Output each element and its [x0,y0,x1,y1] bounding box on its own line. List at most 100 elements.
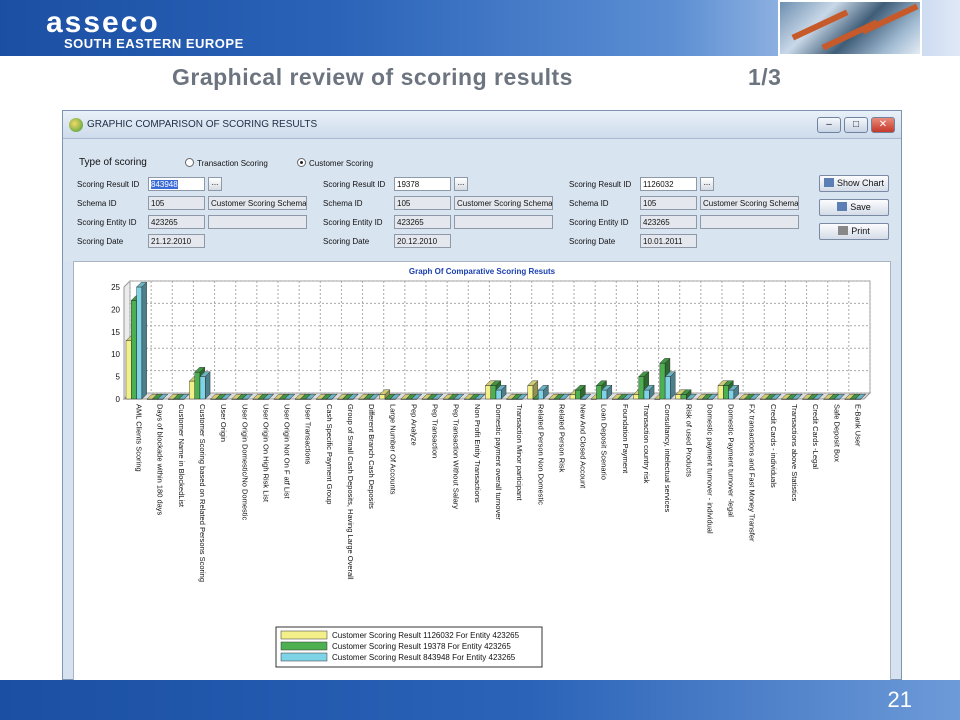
x-tick-label: Pep Transaction Without Salary [452,404,461,509]
legend-swatch [280,652,328,662]
x-tick-label: User Origin On High Risk List [261,404,270,503]
x-tick-label: Different Branch Cash Deposits [367,404,376,509]
radio-indicator-selected [297,158,306,167]
plot-back-wall [129,280,871,394]
x-tick-label: Transaction Minor participant [515,404,524,501]
scoring-type-label: Type of scoring [79,157,147,168]
scoring-result-id-field[interactable]: 19378 [394,177,451,191]
lookup-button[interactable]: ... [700,177,714,191]
radio-label: Transaction Scoring [197,159,268,168]
chart-icon [823,178,834,187]
scoring-date-label: Scoring Date [569,237,616,246]
x-tick-label: Loan Deposit Scenario [600,404,609,480]
scoring-result-id-label: Scoring Result ID [569,180,632,189]
scoring-entity-id-label: Scoring Entity ID [323,218,383,227]
scoring-entity-id-field: 423265 [148,215,205,229]
app-window: GRAPHIC COMPARISON OF SCORING RESULTS – … [62,110,902,681]
radio-indicator [185,158,194,167]
x-tick-label: Foundation Payment [621,404,630,474]
save-button[interactable]: Save [819,199,889,216]
slide: asseco SOUTH EASTERN EUROPE Graphical re… [0,0,960,720]
scoring-result-id-field[interactable]: 843948 [148,177,205,191]
show-chart-button[interactable]: Show Chart [819,175,889,192]
x-tick-label: Days of blockade within 180 days [156,404,165,516]
schema-id-field: 105 [394,196,451,210]
y-tick-label: 25 [111,283,120,292]
scoring-result-id-label: Scoring Result ID [77,180,140,189]
x-tick-label: Domestic payment overall turnover [494,404,503,520]
footer-band [0,680,960,720]
x-tick-label: Consultancy, intelectual services [663,404,672,512]
scoring-date-field: 21.12.2010 [148,234,205,248]
x-tick-label: Domestic Payment turnover -legal [727,404,736,517]
scoring-entity-id-field: 423265 [394,215,451,229]
entity-name-field [454,215,553,229]
schema-id-field: 105 [640,196,697,210]
chart-area: Graph Of Comparative Scoring Resuts 0 5 10 1… [73,261,891,681]
company-logo: asseco [46,6,160,39]
x-tick-label: FX transactions and Fast Money Transfer [748,404,757,542]
slide-title-text: Graphical review of scoring results [172,64,573,90]
filter-panel: Type of scoring Transaction Scoring Cust… [63,139,901,261]
x-tick-label: Cash Specific Payment Group [325,404,334,504]
x-tick-label: E-Bank User [853,404,862,447]
legend-label: Customer Scoring Result 19378 For Entity… [332,642,511,651]
x-tick-label: New And Closed Account [579,404,588,489]
scoring-entity-id-label: Scoring Entity ID [569,218,629,227]
bar [664,371,676,400]
minimize-button[interactable]: – [817,117,841,133]
scoring-date-label: Scoring Date [323,237,370,246]
scoring-result-id-field[interactable]: 1126032 [640,177,697,191]
window-title: GRAPHIC COMPARISON OF SCORING RESULTS [87,119,318,130]
chart-title: Graph Of Comparative Scoring Resuts [409,267,556,276]
comparison-chart: Graph Of Comparative Scoring Resuts 0 5 10 1… [111,267,872,668]
scoring-result-id-label: Scoring Result ID [323,180,386,189]
show-chart-label: Show Chart [836,178,885,188]
schema-id-label: Schema ID [323,199,363,208]
x-tick-label: User Transactions [304,404,313,465]
x-tick-label: Customer Name in BlockedList [177,404,186,508]
close-button[interactable]: ✕ [871,117,895,133]
schema-name-field: Customer Scoring Schema [700,196,799,210]
x-tick-label: User Origin Not On F atf List [283,404,292,500]
lookup-button[interactable]: ... [208,177,222,191]
legend-label: Customer Scoring Result 1126032 For Enti… [332,631,520,640]
schema-name-field: Customer Scoring Schema [454,196,553,210]
slide-title: Graphical review of scoring results 1/3 [172,64,812,91]
scoring-date-label: Scoring Date [77,237,124,246]
print-label: Print [851,226,870,236]
print-icon [838,226,849,235]
x-tick-label: Customer Scoring based on Related Person… [198,404,207,582]
schema-name-field: Customer Scoring Schema [208,196,307,210]
x-tick-label: Transactions above Statistics [790,404,799,502]
legend-swatch [280,641,328,651]
y-tick-label: 0 [116,395,121,404]
window-titlebar[interactable]: GRAPHIC COMPARISON OF SCORING RESULTS – … [63,111,901,139]
bar [199,371,211,400]
company-logo-subtitle: SOUTH EASTERN EUROPE [64,36,244,51]
x-tick-label: Non Profit Entity Transactions [473,404,482,503]
scoring-date-field: 20.12.2010 [394,234,451,248]
x-tick-label: User Origin [219,404,228,442]
radio-transaction-scoring[interactable]: Transaction Scoring [185,158,268,168]
x-tick-label: Related Person Non Domestic [536,404,545,505]
x-tick-label: Safe Deposit Box [832,404,841,462]
y-tick-label: 10 [111,350,120,359]
schema-id-label: Schema ID [77,199,117,208]
x-tick-label: Credit Cards - individuals [769,404,778,488]
print-button[interactable]: Print [819,223,889,240]
x-tick-label: Transaction country risk [642,404,651,484]
x-tick-label: User Origin Domestic/No Domestic [240,404,249,521]
entity-name-field [700,215,799,229]
legend-swatch [280,630,328,640]
slide-title-page: 1/3 [748,64,782,90]
y-tick-label: 15 [111,328,120,337]
radio-customer-scoring[interactable]: Customer Scoring [297,158,373,168]
y-tick-label: 20 [111,305,120,314]
x-tick-label: Credit Cards -Legal [811,404,820,469]
x-tick-label: Pep Transaction [431,404,440,458]
header-photo [778,0,922,56]
y-tick-label: 5 [116,373,121,382]
maximize-button[interactable]: □ [844,117,868,133]
lookup-button[interactable]: ... [454,177,468,191]
